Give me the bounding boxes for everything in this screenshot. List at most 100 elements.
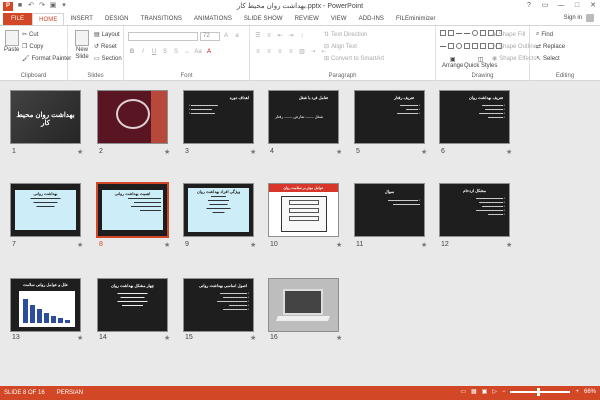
redo-icon[interactable]: ↷: [38, 2, 46, 10]
zoom-out-icon[interactable]: −: [502, 389, 506, 395]
curve-shape-icon[interactable]: [440, 45, 446, 47]
text-direction-button[interactable]: ⇅ Text Direction: [324, 31, 367, 39]
slide-thumbnail-6[interactable]: تعریف بهداشت روان ▬▬▬▬▬▬▬ ▪ ▬▬▬▬▬▬ ▪ ▬▬▬▬▬…: [439, 90, 510, 144]
slide-thumbnail-8[interactable]: اهمیت بهداشت روانی ▬▬▬▬▬▬▬▬▬▬▬ ▬▬▬▬▬▬▬▬▬ ▬…: [96, 182, 169, 238]
customize-qat-icon[interactable]: ▾: [60, 2, 68, 10]
tab-transitions[interactable]: TRANSITIONS: [135, 13, 188, 25]
help-button[interactable]: ?: [524, 1, 534, 11]
convert-smartart-button[interactable]: ⊞ Convert to SmartArt: [324, 55, 384, 63]
bold-icon[interactable]: B: [128, 48, 136, 56]
maximize-button[interactable]: □: [572, 1, 582, 11]
decrease-indent-icon[interactable]: ⇤: [276, 32, 284, 40]
font-color-icon[interactable]: A: [205, 48, 213, 56]
slide-thumbnail-16[interactable]: [268, 278, 339, 332]
ribbon-display-button[interactable]: ▭: [540, 1, 550, 11]
paste-button[interactable]: Paste: [4, 30, 19, 53]
reset-button[interactable]: ↺ Reset: [94, 43, 117, 51]
grow-font-icon[interactable]: A: [222, 32, 230, 40]
line-spacing-icon[interactable]: ↕: [298, 32, 306, 40]
tab-view[interactable]: VIEW: [325, 13, 353, 25]
slide-show-view-icon[interactable]: ▷: [492, 388, 497, 395]
line-shape-icon[interactable]: [456, 33, 462, 34]
sign-in-link[interactable]: Sign in: [564, 15, 582, 21]
tab-fileminimizer[interactable]: FILEminimizer: [390, 13, 442, 25]
rounded-rect-shape-icon[interactable]: [480, 30, 486, 36]
close-button[interactable]: ✕: [588, 1, 598, 11]
underline-icon[interactable]: U: [150, 48, 158, 56]
change-case-icon[interactable]: Aa: [194, 48, 202, 56]
section-button[interactable]: ▭ Section: [94, 55, 122, 63]
align-right-icon[interactable]: ≡: [276, 48, 284, 56]
ltr-icon[interactable]: ⇢: [309, 48, 317, 56]
slide-thumbnail-3[interactable]: اهداف دوره ▪ ▬▬▬▬▬▬▬▬▬ ▪ ▬▬▬▬▬▬▬ ▪ ▬▬▬▬▬▬▬…: [183, 90, 254, 144]
align-text-button[interactable]: ⊟ Align Text: [324, 43, 357, 51]
tab-insert[interactable]: INSERT: [64, 13, 99, 25]
slide-thumbnail-9[interactable]: ویژگی افراد بهداشت روان ▬▬▬▬▬ ▬▬▬▬▬▬▬ ▬▬▬▬…: [183, 183, 254, 237]
arrow-shape-icon[interactable]: [464, 33, 470, 34]
normal-view-icon[interactable]: ▭: [460, 388, 466, 395]
slide-sorter-view-icon[interactable]: ▦: [471, 388, 477, 395]
slide-thumbnail-13[interactable]: علل و عوامل روانی سلامت: [10, 278, 81, 332]
new-slide-button[interactable]: New Slide: [72, 30, 92, 61]
slide-thumbnail-1[interactable]: بهداشت روان محیط کار: [10, 90, 81, 144]
align-left-icon[interactable]: ≡: [254, 48, 262, 56]
font-name-combo[interactable]: [128, 32, 198, 41]
zoom-slider[interactable]: [510, 387, 571, 396]
tab-add-ins[interactable]: ADD-INS: [353, 13, 390, 25]
slide-thumbnail-5[interactable]: تعریف رفتار ▬▬▬▬▬▬ ▪ ▬▬▬▬ ▪ ▬▬▬▬▬▬▬ ▪: [354, 90, 425, 144]
callout-shape-icon[interactable]: [464, 42, 470, 49]
slide-thumbnail-7[interactable]: بهداشت روانی ▬▬▬▬▬▬▬▬▬▬ ▬▬▬▬▬▬▬▬ ▬▬▬▬▬▬: [10, 183, 81, 237]
slide-thumbnail-12[interactable]: مشکل ازدحام ▬▬▬▬▬▬▬▬▬ ▪ ▬▬▬▬▬▬▬▬ ▪ ▬▬▬▬▬▬▬…: [439, 183, 510, 237]
increase-indent-icon[interactable]: ⇥: [287, 32, 295, 40]
avatar[interactable]: [586, 14, 594, 22]
slide-thumbnail-2[interactable]: [97, 90, 168, 144]
select-button[interactable]: ↖ Select: [536, 55, 560, 63]
slide-thumbnail-14[interactable]: چهار مشکل بهداشت روان ▬▬▬▬▬▬▬▬▬▬ ▬▬▬▬▬▬▬▬…: [97, 278, 168, 332]
numbering-icon[interactable]: ≡: [265, 32, 273, 40]
slide-thumbnail-11[interactable]: سوال ▬▬▬▬▬▬▬▬▬▬ ▪ ▬▬▬▬▬▬▬▬▬: [354, 183, 425, 237]
shapes-gallery[interactable]: [440, 30, 502, 54]
slide-thumbnail-4[interactable]: تعامل فرد با شغل شغل —— تعارض —— رفتار: [268, 90, 339, 144]
slide-thumbnail-15[interactable]: اصول اساسی بهداشت روانی ▬▬▬▬▬▬▬▬▬ ▪ ▬▬▬▬▬…: [183, 278, 254, 332]
rect-shape-icon[interactable]: [448, 30, 454, 36]
star-shape-icon[interactable]: [448, 42, 454, 49]
copy-button[interactable]: ❐ Copy: [22, 43, 43, 51]
minimize-button[interactable]: —: [556, 1, 566, 11]
language-indicator[interactable]: PERSIAN: [57, 390, 83, 396]
tab-design[interactable]: DESIGN: [99, 13, 135, 25]
columns-icon[interactable]: ▥: [298, 48, 306, 56]
tab-file[interactable]: FILE: [3, 13, 33, 25]
slide-thumbnail-10[interactable]: عوامل موثر بر سلامت روان: [268, 183, 339, 237]
tab-review[interactable]: REVIEW: [289, 13, 325, 25]
brace-shape-icon[interactable]: [472, 42, 478, 49]
reading-view-icon[interactable]: ▣: [482, 388, 488, 395]
arrange-button[interactable]: ▣ Arrange: [442, 56, 463, 69]
replace-button[interactable]: ⇄ Replace: [536, 43, 565, 51]
char-spacing-icon[interactable]: ↔: [183, 48, 191, 56]
font-size-combo[interactable]: 72: [200, 32, 220, 41]
save-icon[interactable]: ■: [16, 2, 24, 10]
zoom-level[interactable]: 66%: [584, 389, 596, 395]
textbox-shape-icon[interactable]: [440, 30, 446, 36]
layout-button[interactable]: ▤ Layout: [94, 31, 120, 39]
shape-fill-button[interactable]: ◈ Shape Fill: [492, 31, 525, 39]
justify-icon[interactable]: ≡: [287, 48, 295, 56]
bullets-icon[interactable]: ☰: [254, 32, 262, 40]
italic-icon[interactable]: I: [139, 48, 147, 56]
format-painter-button[interactable]: 🖌 Format Painter: [22, 55, 71, 63]
tab-animations[interactable]: ANIMATIONS: [188, 13, 238, 25]
shrink-font-icon[interactable]: a: [233, 32, 241, 40]
shadow-icon[interactable]: S: [172, 48, 180, 56]
present-icon[interactable]: ▣: [49, 2, 57, 10]
tab-home[interactable]: HOME: [32, 13, 65, 25]
cut-button[interactable]: ✂ Cut: [22, 31, 38, 39]
bracket-shape-icon[interactable]: [480, 42, 486, 49]
zoom-in-icon[interactable]: +: [575, 389, 579, 395]
strikethrough-icon[interactable]: S: [161, 48, 169, 56]
align-center-icon[interactable]: ≡: [265, 48, 273, 56]
find-button[interactable]: ⌕ Find: [536, 31, 553, 38]
oval-shape-icon[interactable]: [472, 30, 478, 36]
circle-shape-icon[interactable]: [456, 42, 462, 49]
tab-slide-show[interactable]: SLIDE SHOW: [238, 13, 289, 25]
undo-icon[interactable]: ↶: [27, 2, 35, 10]
